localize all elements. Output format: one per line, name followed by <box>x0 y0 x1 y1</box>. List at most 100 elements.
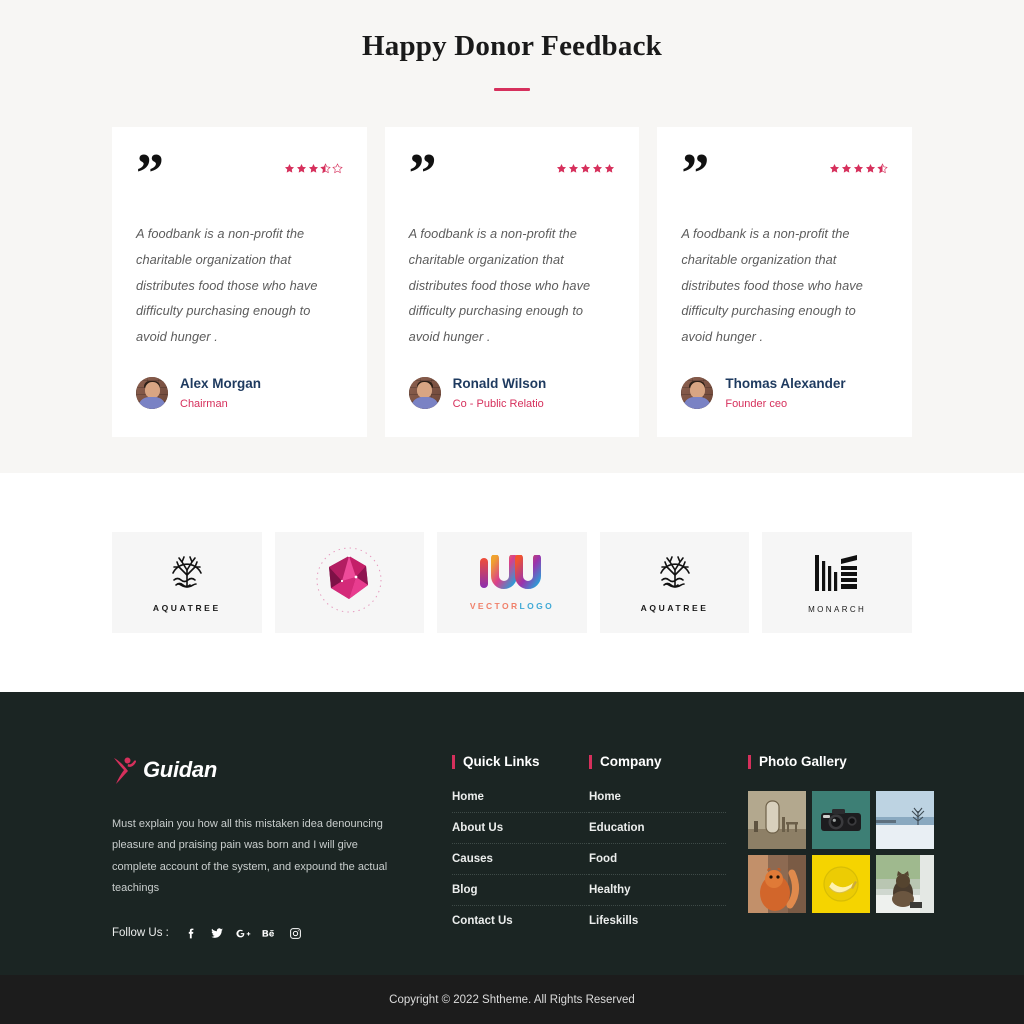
card-header: ” <box>408 142 616 205</box>
testimonial-author: Ronald Wilson Co - Public Relatio <box>408 349 616 411</box>
footer-description: Must explain you how all this mistaken i… <box>112 818 388 895</box>
footer-link-home[interactable]: Home <box>452 791 589 813</box>
footer-link-company-home[interactable]: Home <box>589 791 726 813</box>
author-role: Founder ceo <box>725 397 788 410</box>
testimonial-card: ” A foodbank is a non-profit the charita… <box>112 126 367 437</box>
thumb-snow-tree[interactable] <box>876 791 934 849</box>
footer-link-food[interactable]: Food <box>589 853 726 875</box>
star-icon <box>853 163 864 174</box>
partner-logo-aquatree[interactable]: AQUATREE <box>112 532 262 633</box>
author-name: Alex Morgan <box>180 376 262 392</box>
section-header: Happy Donor Feedback <box>0 28 1024 91</box>
star-icon <box>308 163 319 174</box>
footer-link-education[interactable]: Education <box>589 822 726 844</box>
quote-icon: ” <box>681 142 709 205</box>
behance-icon[interactable] <box>262 926 277 941</box>
footer-link-healthy[interactable]: Healthy <box>589 884 726 906</box>
author-role: Co - Public Relatio <box>452 397 544 410</box>
partner-logo-label: VECTORLOGO <box>469 600 555 611</box>
footer-quick-links-column: Quick Links Home About Us Causes Blog Co… <box>452 754 589 979</box>
polygon-gem-icon <box>312 543 386 622</box>
testimonial-card: ” A foodbank is a non-profit the charita… <box>657 126 913 437</box>
partner-logo-list: AQUATREE VECTORLOGO AQUATREE MONARCH <box>0 532 1024 633</box>
avatar <box>136 377 168 410</box>
iuu-wave-icon <box>476 553 548 596</box>
testimonial-card-list: ” A foodbank is a non-profit the charita… <box>0 126 1024 437</box>
footer-company-column: Company Home Education Food Healthy Life… <box>589 754 726 979</box>
star-icon <box>841 163 852 174</box>
footer-link-causes[interactable]: Causes <box>452 853 589 875</box>
star-icon <box>877 162 888 174</box>
partner-logo-gem[interactable] <box>274 532 425 633</box>
aquatree-tree-icon <box>166 553 208 598</box>
page-root: Happy Donor Feedback ” A foodbank is a n… <box>0 0 1024 1024</box>
star-icon <box>331 162 343 174</box>
rating-stars <box>829 162 888 174</box>
thumb-camera-teal[interactable] <box>812 791 870 849</box>
footer-link-about-us[interactable]: About Us <box>452 822 589 844</box>
testimonial-author: Thomas Alexander Founder ceo <box>681 349 888 411</box>
partner-logo-label: AQUATREE <box>152 602 221 613</box>
brand-logo[interactable]: Guidan <box>112 754 397 786</box>
title-accent-bar <box>748 754 751 769</box>
quote-icon: ” <box>408 142 437 205</box>
quote-icon: ” <box>136 142 164 205</box>
guidan-figure-icon <box>112 754 140 786</box>
copyright-text: Copyright © 2022 Shtheme. All Rights Res… <box>389 993 635 1006</box>
partner-logo-label: MONARCH <box>808 605 867 614</box>
star-icon <box>319 162 331 174</box>
twitter-icon[interactable] <box>210 926 225 941</box>
partner-logo-aquatree-2[interactable]: AQUATREE <box>599 532 750 633</box>
aquatree-tree-icon <box>654 553 696 598</box>
monarch-bars-icon <box>811 551 863 600</box>
star-icon <box>580 163 591 174</box>
facebook-icon[interactable] <box>184 926 199 941</box>
google-plus-icon[interactable] <box>236 926 251 941</box>
footer-photo-gallery-column: Photo Gallery <box>726 754 934 979</box>
company-title: Company <box>600 754 662 769</box>
avatar <box>681 377 714 410</box>
star-icon <box>604 163 615 174</box>
testimonial-author: Alex Morgan Chairman <box>136 349 343 411</box>
title-underline <box>494 87 530 91</box>
testimonial-card: ” A foodbank is a non-profit the charita… <box>384 126 640 437</box>
star-icon <box>829 163 840 174</box>
partner-logo-vectorlogo[interactable]: VECTORLOGO <box>437 532 587 633</box>
star-icon <box>568 163 579 174</box>
site-footer: Guidan Must explain you how all this mis… <box>0 692 1024 979</box>
footer-column-title: Photo Gallery <box>748 754 934 769</box>
thumb-interior-mirror[interactable] <box>748 791 806 849</box>
author-name: Thomas Alexander <box>725 376 846 392</box>
testimonial-text: A foodbank is a non-profit the charitabl… <box>408 226 591 344</box>
partner-logo-monarch[interactable]: MONARCH <box>762 532 912 633</box>
testimonials-section: Happy Donor Feedback ” A foodbank is a n… <box>0 0 1024 473</box>
author-role: Chairman <box>180 397 228 410</box>
follow-us-label: Follow Us : <box>112 927 169 940</box>
author-name: Ronald Wilson <box>452 376 547 392</box>
rating-stars <box>556 163 615 174</box>
star-icon <box>865 163 876 174</box>
photo-gallery-title: Photo Gallery <box>759 754 847 769</box>
page-title: Happy Donor Feedback <box>362 30 662 62</box>
social-links: Follow Us : <box>112 926 397 941</box>
footer-brand-column: Guidan Must explain you how all this mis… <box>112 754 452 979</box>
thumb-cat-window[interactable] <box>876 855 934 913</box>
footer-column-title: Company <box>589 754 726 769</box>
brand-name: Guidan <box>143 757 217 782</box>
footer-link-contact-us[interactable]: Contact Us <box>452 915 589 936</box>
star-icon <box>296 163 307 174</box>
copyright-bar: Copyright © 2022 Shtheme. All Rights Res… <box>0 975 1024 1024</box>
testimonial-text: A foodbank is a non-profit the charitabl… <box>681 226 863 344</box>
footer-link-lifeskills[interactable]: Lifeskills <box>589 915 726 936</box>
star-icon <box>556 163 567 174</box>
footer-link-blog[interactable]: Blog <box>452 884 589 906</box>
partner-logo-label: AQUATREE <box>640 602 709 613</box>
star-icon <box>284 163 295 174</box>
card-header: ” <box>681 142 888 205</box>
rating-stars <box>284 162 343 174</box>
thumb-squirrel[interactable] <box>748 855 806 913</box>
avatar <box>408 377 441 410</box>
thumb-banana-yellow[interactable] <box>812 855 870 913</box>
instagram-icon[interactable] <box>288 926 303 941</box>
star-icon <box>592 163 603 174</box>
